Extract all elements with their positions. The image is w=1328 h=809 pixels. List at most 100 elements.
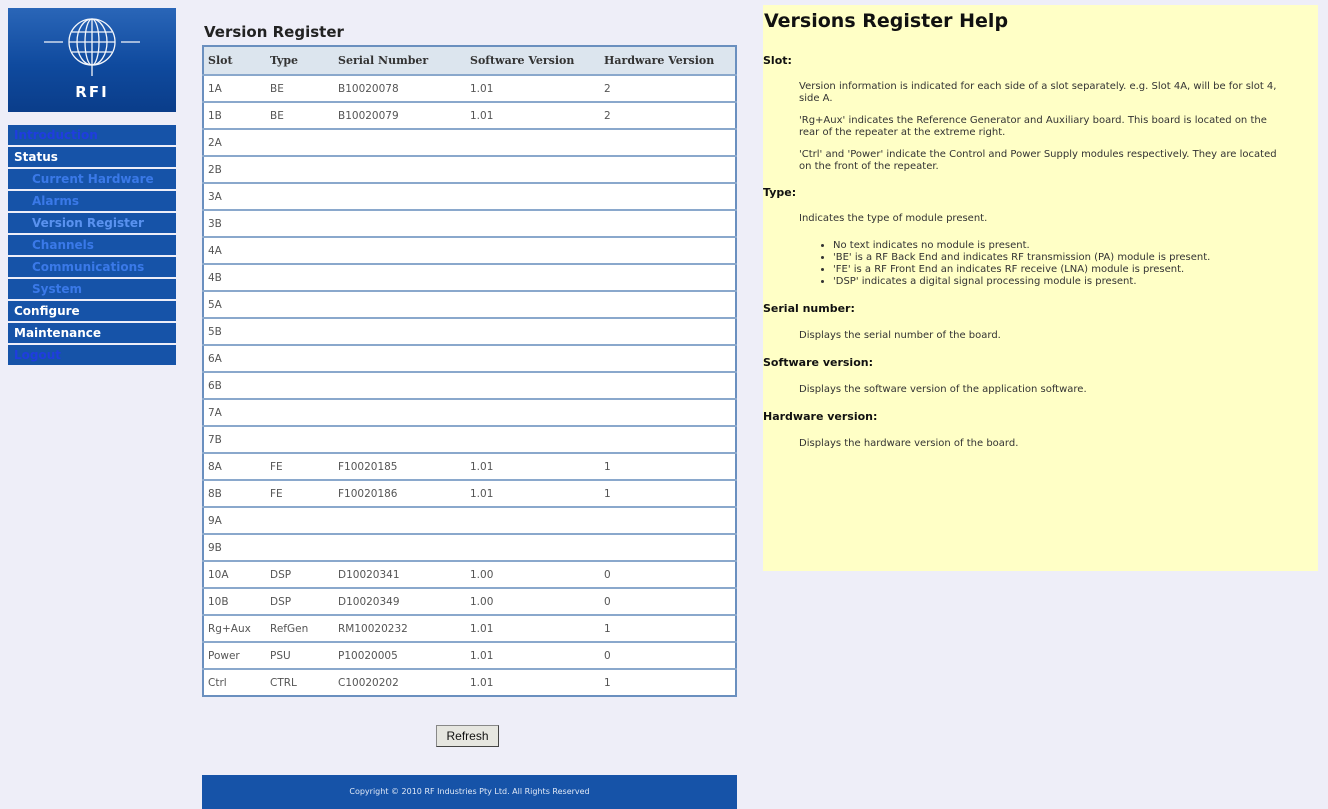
cell-type: BE [266, 101, 334, 129]
cell-slot: 7A [203, 398, 266, 426]
cell-serial-number [334, 371, 466, 399]
table-row: Rg+Aux RefGen RM10020232 1.01 1 [203, 614, 736, 642]
cell-hardware-version [600, 425, 736, 453]
table-row: 7A [203, 398, 736, 426]
refresh-button[interactable]: Refresh [436, 725, 499, 747]
column-header-type: Type [266, 46, 334, 75]
table-row: 2B [203, 155, 736, 183]
cell-software-version [466, 533, 600, 561]
cell-software-version [466, 290, 600, 318]
cell-hardware-version [600, 533, 736, 561]
cell-serial-number [334, 128, 466, 156]
cell-software-version [466, 344, 600, 372]
cell-type: CTRL [266, 668, 334, 696]
cell-type: PSU [266, 641, 334, 669]
help-type-item: 'FE' is a RF Front End an indicates RF r… [833, 264, 1318, 276]
cell-type: DSP [266, 587, 334, 615]
cell-software-version: 1.01 [466, 614, 600, 642]
table-row: 2A [203, 128, 736, 156]
cell-hardware-version [600, 263, 736, 291]
cell-slot: 5B [203, 317, 266, 345]
cell-software-version: 1.01 [466, 452, 600, 480]
cell-serial-number: D10020341 [334, 560, 466, 588]
cell-type [266, 155, 334, 183]
nav-maintenance[interactable]: Maintenance [8, 323, 176, 343]
nav-configure[interactable]: Configure [8, 301, 176, 321]
cell-slot: 3B [203, 209, 266, 237]
help-serial-paragraph: Displays the serial number of the board. [799, 330, 1001, 341]
table-row: 3B [203, 209, 736, 237]
copyright-footer: Copyright © 2010 RF Industries Pty Ltd. … [202, 775, 737, 809]
cell-slot: 4B [203, 263, 266, 291]
cell-type [266, 371, 334, 399]
table-row: 8B FE F10020186 1.01 1 [203, 479, 736, 507]
table-row: 1B BE B10020079 1.01 2 [203, 101, 736, 129]
nav-introduction[interactable]: Introduction [8, 125, 176, 145]
nav-alarms[interactable]: Alarms [8, 191, 176, 211]
nav-logout[interactable]: Logout [8, 345, 176, 365]
help-software-heading: Software version: [763, 356, 873, 369]
nav-communications[interactable]: Communications [8, 257, 176, 277]
cell-serial-number: B10020079 [334, 101, 466, 129]
help-slot-paragraph-3: 'Ctrl' and 'Power' indicate the Control … [799, 149, 1277, 172]
version-register-table: Slot Type Serial Number Software Version… [202, 45, 737, 697]
cell-hardware-version: 1 [600, 479, 736, 507]
nav-current-hardware[interactable]: Current Hardware [8, 169, 176, 189]
cell-type [266, 533, 334, 561]
cell-slot: 9B [203, 533, 266, 561]
cell-software-version: 1.01 [466, 74, 600, 102]
cell-software-version [466, 236, 600, 264]
table-row: 3A [203, 182, 736, 210]
cell-hardware-version [600, 155, 736, 183]
help-hardware-paragraph: Displays the hardware version of the boa… [799, 438, 1019, 449]
cell-serial-number [334, 398, 466, 426]
help-serial-heading: Serial number: [763, 302, 855, 315]
cell-software-version [466, 182, 600, 210]
nav-system[interactable]: System [8, 279, 176, 299]
cell-serial-number: RM10020232 [334, 614, 466, 642]
cell-hardware-version: 1 [600, 614, 736, 642]
table-row: 5B [203, 317, 736, 345]
table-row: 7B [203, 425, 736, 453]
cell-serial-number [334, 263, 466, 291]
cell-software-version [466, 398, 600, 426]
cell-software-version [466, 209, 600, 237]
cell-software-version [466, 425, 600, 453]
nav-channels[interactable]: Channels [8, 235, 176, 255]
cell-serial-number: F10020186 [334, 479, 466, 507]
table-row: 9B [203, 533, 736, 561]
cell-serial-number: P10020005 [334, 641, 466, 669]
cell-software-version [466, 155, 600, 183]
cell-hardware-version [600, 371, 736, 399]
nav-status[interactable]: Status [8, 147, 176, 167]
cell-serial-number [334, 317, 466, 345]
help-panel: Versions Register Help Slot: Version inf… [763, 5, 1318, 571]
help-type-item: No text indicates no module is present. [833, 240, 1318, 252]
help-type-item: 'BE' is a RF Back End and indicates RF t… [833, 252, 1318, 264]
cell-serial-number: C10020202 [334, 668, 466, 696]
cell-type [266, 398, 334, 426]
cell-type [266, 128, 334, 156]
cell-software-version [466, 128, 600, 156]
cell-software-version: 1.01 [466, 641, 600, 669]
table-row: 10B DSP D10020349 1.00 0 [203, 587, 736, 615]
cell-software-version: 1.01 [466, 479, 600, 507]
column-header-software-version: Software Version [466, 46, 600, 75]
cell-slot: Rg+Aux [203, 614, 266, 642]
help-software-paragraph: Displays the software version of the app… [799, 384, 1087, 395]
cell-hardware-version [600, 182, 736, 210]
cell-slot: 4A [203, 236, 266, 264]
cell-software-version: 1.00 [466, 560, 600, 588]
table-row: 1A BE B10020078 1.01 2 [203, 74, 736, 102]
cell-hardware-version [600, 128, 736, 156]
column-header-serial-number: Serial Number [334, 46, 466, 75]
cell-slot: Ctrl [203, 668, 266, 696]
cell-hardware-version: 0 [600, 560, 736, 588]
cell-type: FE [266, 452, 334, 480]
cell-slot: 3A [203, 182, 266, 210]
cell-hardware-version: 0 [600, 587, 736, 615]
cell-hardware-version [600, 209, 736, 237]
cell-hardware-version [600, 506, 736, 534]
nav-version-register[interactable]: Version Register [8, 213, 176, 233]
column-header-slot: Slot [203, 46, 266, 75]
